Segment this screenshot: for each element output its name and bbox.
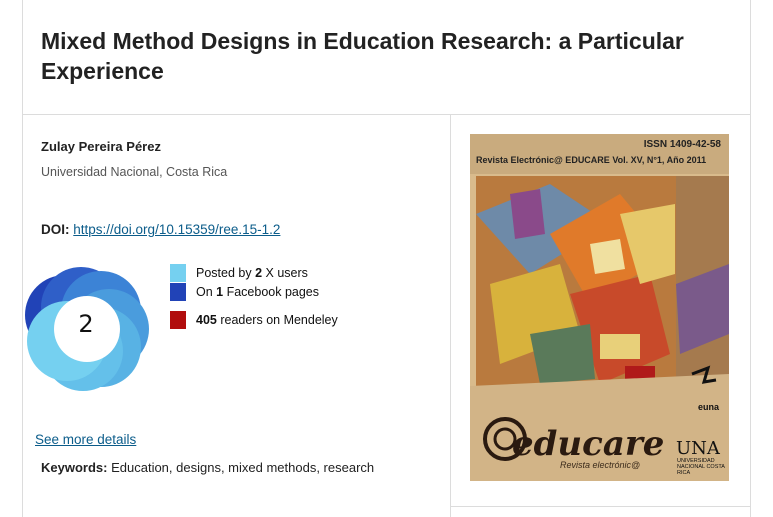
legend-suffix: X users xyxy=(262,266,308,280)
author-affiliation: Universidad Nacional, Costa Rica xyxy=(41,165,228,179)
article-title: Mixed Method Designs in Education Resear… xyxy=(41,28,684,84)
legend-text-mendeley: 405 readers on Mendeley xyxy=(196,311,338,329)
doi-line: DOI: https://doi.org/10.15359/ree.15-1.2 xyxy=(41,222,280,237)
author-name: Zulay Pereira Pérez xyxy=(41,139,161,154)
header-divider xyxy=(22,114,751,115)
doi-label: DOI: xyxy=(41,222,70,237)
journal-cover-image[interactable]: ISSN 1409-42-58 Revista Electrónic@ EDUC… xyxy=(470,134,729,481)
euna-logo: euna xyxy=(698,402,720,412)
doi-link[interactable]: https://doi.org/10.15359/ree.15-1.2 xyxy=(73,222,280,237)
una-subtitle: UNIVERSIDAD NACIONAL COSTA RICA xyxy=(677,458,725,476)
legend-count: 405 xyxy=(196,313,217,327)
facebook-swatch xyxy=(170,283,186,301)
see-more-details-link[interactable]: See more details xyxy=(35,432,136,447)
frame-right-border xyxy=(750,0,751,517)
legend-suffix: readers on Mendeley xyxy=(216,313,338,327)
altmetric-score: 2 xyxy=(78,310,94,338)
keywords-label: Keywords: xyxy=(41,460,108,475)
educare-logo: educare xyxy=(512,424,665,464)
cover-issn: ISSN 1409-42-58 xyxy=(643,139,721,150)
legend-text-x: Posted by 2 X users xyxy=(196,264,308,282)
legend-text-facebook: On 1 Facebook pages xyxy=(196,283,319,301)
column-divider xyxy=(450,114,451,517)
legend-suffix: Facebook pages xyxy=(223,285,320,299)
legend-prefix: On xyxy=(196,285,217,299)
keywords-list: Education, designs, mixed methods, resea… xyxy=(111,460,375,475)
educare-subtitle: Revista electrónic@ xyxy=(560,460,641,470)
cover-bottom-divider xyxy=(450,506,751,507)
x-swatch xyxy=(170,264,186,282)
legend-prefix: Posted by xyxy=(196,266,256,280)
cover-journal-line: Revista Electrónic@ EDUCARE Vol. XV, N°1… xyxy=(476,155,707,165)
una-logo: UNA xyxy=(676,438,720,459)
mendeley-swatch xyxy=(170,311,186,329)
keywords-line: Keywords: Education, designs, mixed meth… xyxy=(41,460,374,475)
legend-count: 2 xyxy=(255,266,263,280)
frame-left-border xyxy=(22,0,23,517)
